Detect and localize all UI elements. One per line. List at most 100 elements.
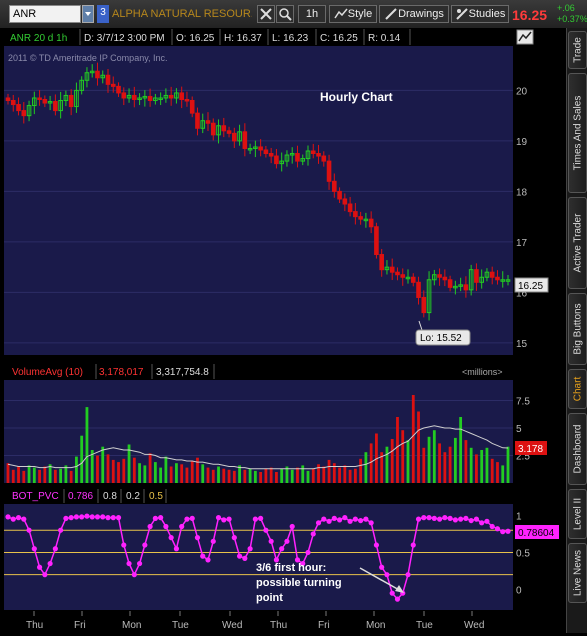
volume-bar: [53, 469, 57, 483]
pvc-point: [36, 564, 43, 570]
volume-bar: [432, 430, 436, 483]
volume-bar: [459, 417, 463, 483]
pvc-point: [73, 514, 80, 520]
volume-bar: [385, 446, 389, 483]
volume-bar: [469, 447, 473, 483]
volume-bar: [475, 454, 478, 483]
pvc-point: [236, 553, 243, 559]
last-price-label: 16.25: [518, 281, 543, 292]
volume-bar: [85, 407, 89, 483]
volume-bar: [185, 467, 189, 483]
volume-bar: [506, 446, 510, 483]
pvc-point: [326, 518, 332, 524]
side-tab-label: Live News: [572, 549, 583, 597]
pvc-point: [231, 535, 237, 541]
volume-bar: [480, 450, 484, 483]
net-change: +.06: [557, 3, 575, 13]
side-tab-active-trader[interactable]: Active Trader: [568, 197, 587, 289]
pvc-value: 0.786: [68, 491, 93, 502]
pvc-level-2: 0.2: [126, 491, 140, 502]
chart-toolbar: ANR 3 ALPHA NATURAL RESOUR... 1h Style D…: [0, 0, 587, 29]
line-chart-icon: [334, 8, 348, 19]
volume-bar: [227, 469, 231, 483]
volume-bar: [259, 472, 263, 483]
volume-bar: [59, 468, 63, 483]
side-tab-level-ii[interactable]: Level II: [568, 489, 587, 539]
side-tab-big-buttons[interactable]: Big Buttons: [568, 293, 587, 365]
candle-body: [447, 279, 453, 288]
pvc-point: [500, 529, 506, 535]
pvc-point: [221, 517, 227, 523]
pvc-point: [458, 516, 464, 522]
volume-bar: [401, 430, 405, 483]
side-tab-times-and-sales[interactable]: Times And Sales: [568, 73, 587, 193]
pvc-point: [84, 513, 90, 519]
volume-bar: [80, 435, 84, 483]
volume-bar: [501, 465, 505, 483]
volume-tick-label: 5: [516, 424, 522, 435]
candle-body: [21, 110, 27, 117]
chart-settings-icon[interactable]: [516, 29, 534, 45]
pvc-point: [79, 514, 85, 520]
pvc-point: [373, 542, 380, 548]
magnifier-icon: [279, 8, 292, 21]
volume-bar: [311, 468, 315, 483]
volume-bar: [280, 468, 284, 483]
side-tab-dashboard[interactable]: Dashboard: [568, 413, 587, 485]
pvc-point: [163, 523, 169, 530]
style-button[interactable]: Style: [329, 5, 377, 23]
pvc-point: [100, 514, 106, 520]
pvc-last-marker: 0.78604: [515, 525, 559, 539]
candle-body: [168, 94, 174, 99]
candle-body: [437, 274, 442, 278]
drawings-button[interactable]: Drawings: [379, 5, 449, 23]
candle-body: [147, 95, 153, 101]
link-group-badge[interactable]: 3: [97, 5, 109, 23]
studies-button[interactable]: Studies: [451, 5, 509, 23]
pvc-point: [226, 516, 232, 522]
zoom-tool-button[interactable]: [276, 5, 294, 23]
chevron-down-icon: [85, 12, 91, 16]
pvc-point: [142, 542, 148, 548]
drawings-label: Drawings: [398, 8, 444, 20]
chart-canvas[interactable]: ANR 20 d 1h D: 3/7/12 3:00 PM O: 16.25 H…: [0, 28, 566, 633]
pvc-point: [252, 516, 258, 522]
candle-body: [210, 122, 216, 136]
volume-bar: [453, 437, 457, 483]
symbol-dropdown-button[interactable]: [82, 5, 94, 23]
pvc-point: [26, 527, 32, 533]
volume-bar: [11, 469, 15, 483]
candle-body: [353, 211, 358, 218]
side-tab-trade[interactable]: Trade: [568, 31, 587, 69]
volume-bar: [206, 467, 210, 483]
price-range-label: R: 0.14: [368, 33, 401, 44]
volume-bar: [211, 469, 215, 483]
volume-bar: [17, 466, 20, 483]
candle-body: [242, 131, 248, 149]
side-tab-live-news[interactable]: Live News: [568, 543, 587, 603]
pvc-point: [21, 516, 27, 522]
time-tick-label: Wed: [464, 620, 484, 631]
side-tab-chart[interactable]: Chart: [568, 369, 587, 409]
candle-body: [321, 155, 327, 162]
pvc-axis: 10.50: [516, 511, 530, 596]
crosshair-tool-button[interactable]: [257, 5, 275, 23]
symbol-input[interactable]: ANR: [9, 5, 81, 23]
pvc-point: [421, 515, 427, 521]
side-tab-label: Chart: [572, 376, 583, 402]
timeframe-selector[interactable]: 1h: [298, 5, 326, 23]
price-axis: 201918171615: [516, 86, 528, 349]
volume-bar: [201, 464, 205, 483]
volume-bar: [69, 470, 73, 483]
volume-bar: [38, 469, 41, 483]
side-tabs: Trade Times And Sales Active Trader Big But…: [566, 28, 587, 633]
side-tab-label: Trade: [572, 37, 583, 63]
style-label: Style: [347, 8, 373, 20]
candle-body: [16, 104, 21, 112]
candle-body: [342, 198, 348, 205]
pvc-point: [247, 546, 253, 552]
candle-body: [132, 94, 137, 100]
chart-area: ANR 20 d 1h D: 3/7/12 3:00 PM O: 16.25 H…: [0, 28, 566, 633]
volume-value: 3,317,754.8: [156, 367, 209, 378]
pvc-last-label: 0.78604: [518, 528, 555, 539]
